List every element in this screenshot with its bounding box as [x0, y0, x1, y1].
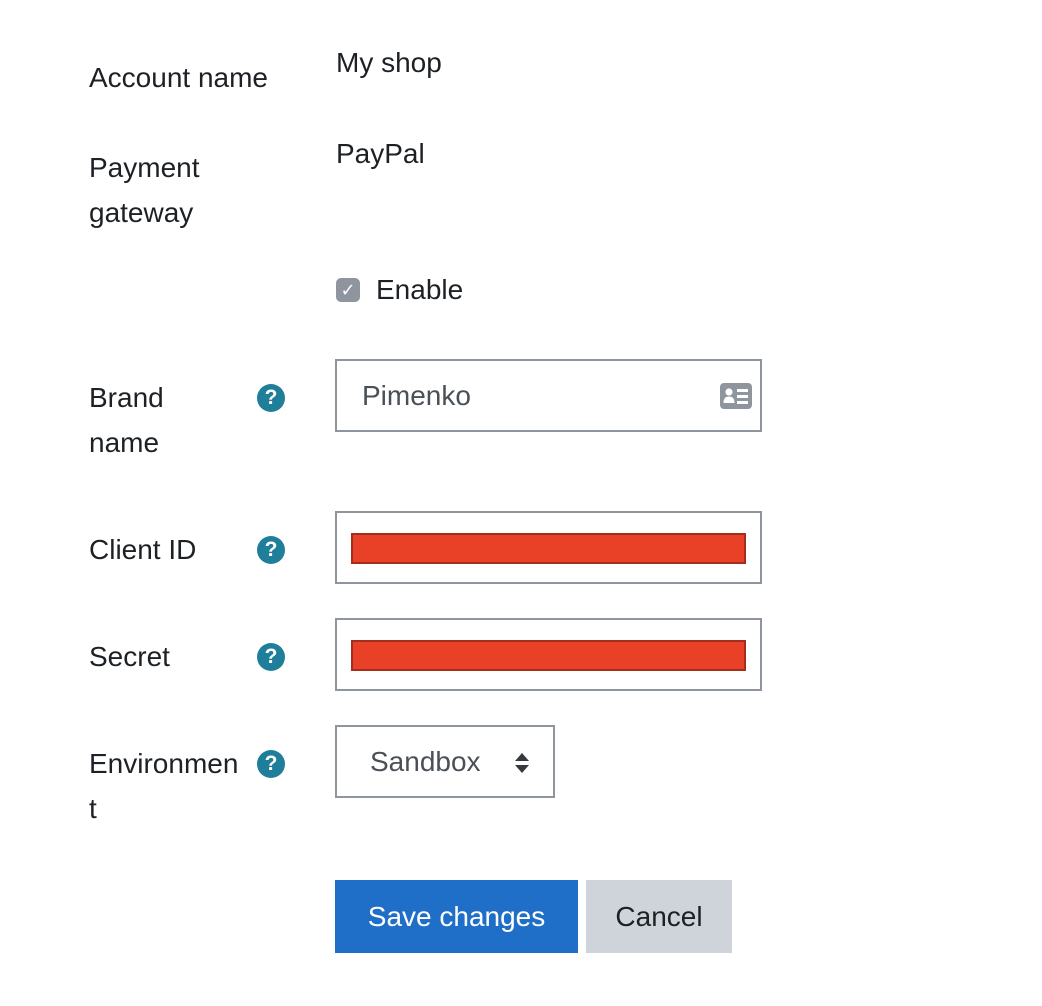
environment-help-icon[interactable]: ? [257, 750, 285, 778]
client-id-help-icon[interactable]: ? [257, 536, 285, 564]
environment-label-line2: t [89, 793, 97, 824]
payment-gateway-label-line2: gateway [89, 197, 194, 228]
environment-select[interactable]: Sandbox [335, 725, 555, 798]
account-name-value: My shop [336, 47, 442, 78]
environment-select-value: Sandbox [370, 746, 481, 777]
account-name-label: Account name [89, 62, 268, 93]
payment-gateway-value: PayPal [336, 138, 425, 169]
contact-card-icon[interactable] [720, 383, 752, 409]
secret-help-icon[interactable]: ? [257, 643, 285, 671]
cancel-button[interactable]: Cancel [586, 880, 732, 953]
client-id-redaction [351, 533, 746, 564]
secret-label: Secret [89, 641, 170, 672]
brand-name-input[interactable]: Pimenko [335, 359, 762, 432]
payment-account-form: Account name My shop Payment gateway Pay… [0, 0, 1042, 1006]
enable-checkbox[interactable]: ✓ [336, 278, 360, 302]
sort-arrows-icon [515, 753, 529, 773]
payment-gateway-label-line1: Payment [89, 152, 200, 183]
brand-name-input-value: Pimenko [362, 380, 471, 411]
brand-name-label-line1: Brand [89, 382, 164, 413]
enable-checkbox-row[interactable]: ✓ Enable [336, 272, 463, 308]
environment-label: Environmen t [89, 741, 249, 831]
save-changes-button[interactable]: Save changes [335, 880, 578, 953]
brand-name-help-icon[interactable]: ? [257, 384, 285, 412]
brand-name-label: Brand name [89, 375, 249, 465]
secret-input[interactable] [335, 618, 762, 691]
client-id-label: Client ID [89, 534, 197, 565]
environment-label-line1: Environmen [89, 748, 239, 779]
brand-name-label-line2: name [89, 427, 160, 458]
client-id-input[interactable] [335, 511, 762, 584]
secret-redaction [351, 640, 746, 671]
enable-checkbox-label[interactable]: Enable [376, 272, 463, 308]
payment-gateway-label: Payment gateway [89, 145, 249, 235]
